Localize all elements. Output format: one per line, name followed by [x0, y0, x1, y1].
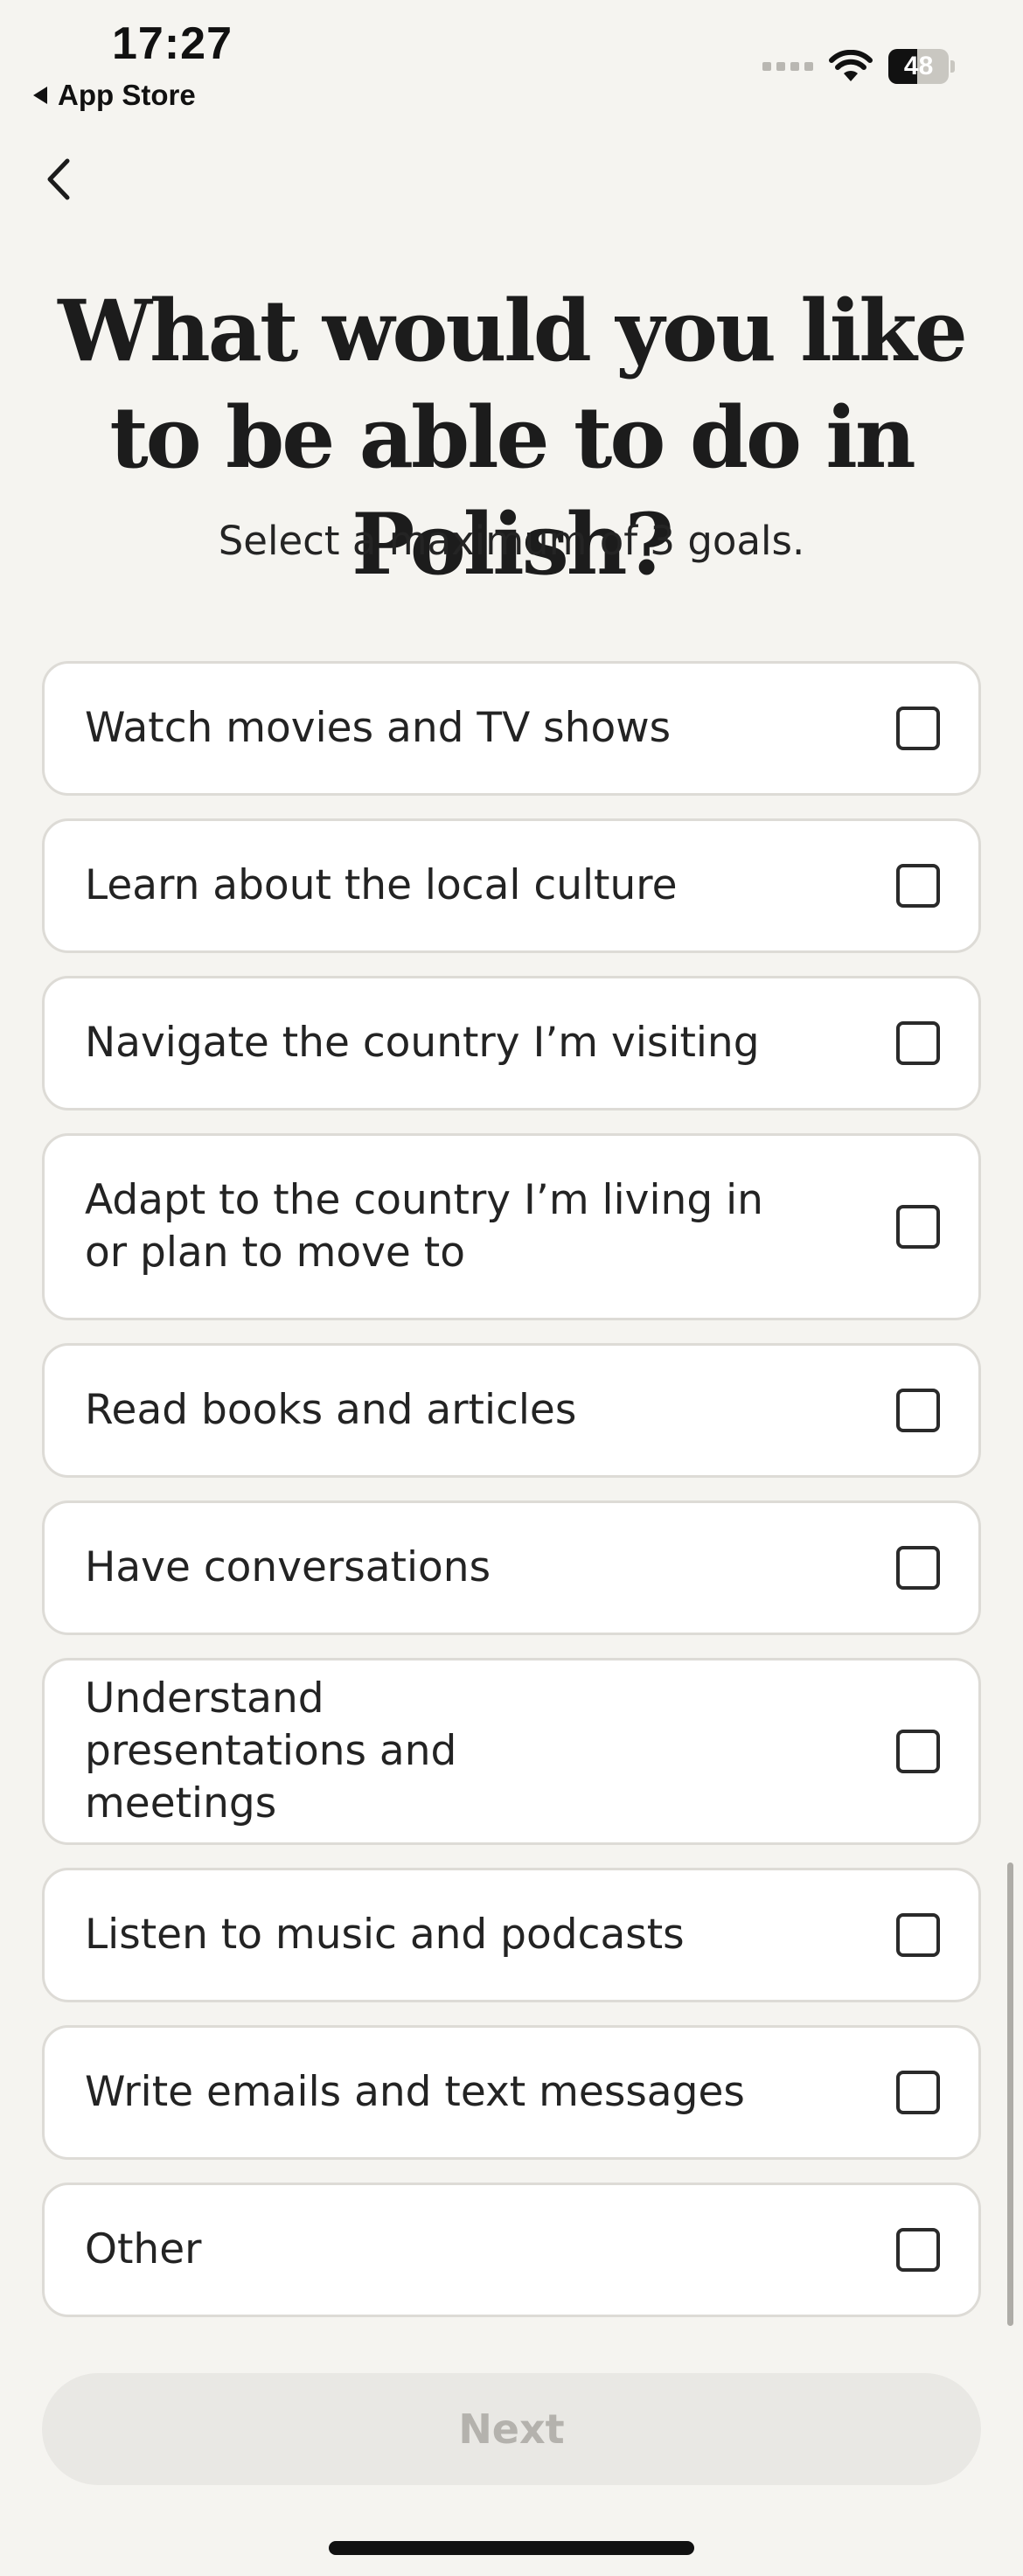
goal-checkbox[interactable] — [896, 1021, 940, 1065]
goal-option-write-emails[interactable]: Write emails and text messages — [42, 2025, 981, 2160]
scrollbar[interactable] — [1007, 1862, 1013, 2326]
triangle-left-icon — [33, 87, 47, 104]
goal-option-label: Watch movies and TV shows — [85, 704, 672, 752]
goal-option-label: Read books and articles — [85, 1386, 577, 1434]
home-indicator[interactable] — [329, 2541, 694, 2555]
battery-level: 48 — [903, 52, 934, 80]
goal-option-local-culture[interactable]: Learn about the local culture — [42, 818, 981, 953]
back-to-app-store-link[interactable]: App Store — [31, 79, 196, 112]
goal-list: Watch movies and TV shows Learn about th… — [42, 661, 981, 2340]
chevron-left-icon — [47, 158, 70, 200]
goal-checkbox[interactable] — [896, 1913, 940, 1957]
goal-checkbox[interactable] — [896, 1205, 940, 1249]
goal-checkbox[interactable] — [896, 864, 940, 908]
goal-option-label: Understand presentations and meetings — [85, 1674, 457, 1828]
goal-option-label: Have conversations — [85, 1543, 491, 1591]
goal-checkbox[interactable] — [896, 1389, 940, 1432]
goal-option-label: Listen to music and podcasts — [85, 1911, 685, 1959]
next-button[interactable]: Next — [42, 2373, 981, 2485]
goal-option-label: Adapt to the country I’m living in or pl… — [85, 1176, 763, 1277]
goal-checkbox[interactable] — [896, 2228, 940, 2272]
goal-option-navigate-country[interactable]: Navigate the country I’m visiting — [42, 976, 981, 1110]
status-time: 17:27 — [112, 18, 233, 69]
goal-checkbox[interactable] — [896, 2071, 940, 2114]
goal-option-label: Other — [85, 2225, 202, 2273]
back-button[interactable] — [35, 152, 82, 206]
goal-checkbox[interactable] — [896, 1730, 940, 1773]
goal-checkbox[interactable] — [896, 707, 940, 750]
goal-option-other[interactable]: Other — [42, 2183, 981, 2317]
signal-dots-icon — [762, 62, 813, 71]
battery-icon: 48 — [888, 49, 955, 84]
page-subtitle: Select a maximum of 3 goals. — [218, 518, 805, 564]
goal-option-read-books[interactable]: Read books and articles — [42, 1343, 981, 1478]
goal-option-label: Write emails and text messages — [85, 2068, 745, 2116]
goal-option-adapt-country[interactable]: Adapt to the country I’m living in or pl… — [42, 1133, 981, 1320]
goal-option-label: Navigate the country I’m visiting — [85, 1019, 760, 1067]
goal-option-conversations[interactable]: Have conversations — [42, 1500, 981, 1635]
goal-option-watch-movies[interactable]: Watch movies and TV shows — [42, 661, 981, 796]
goal-option-presentations[interactable]: Understand presentations and meetings — [42, 1658, 981, 1845]
back-to-app-store-label: App Store — [58, 79, 196, 111]
goal-option-music-podcasts[interactable]: Listen to music and podcasts — [42, 1868, 981, 2002]
goal-option-label: Learn about the local culture — [85, 861, 678, 909]
status-icons: 48 — [762, 49, 955, 84]
wifi-icon — [829, 50, 873, 81]
goal-checkbox[interactable] — [896, 1546, 940, 1590]
